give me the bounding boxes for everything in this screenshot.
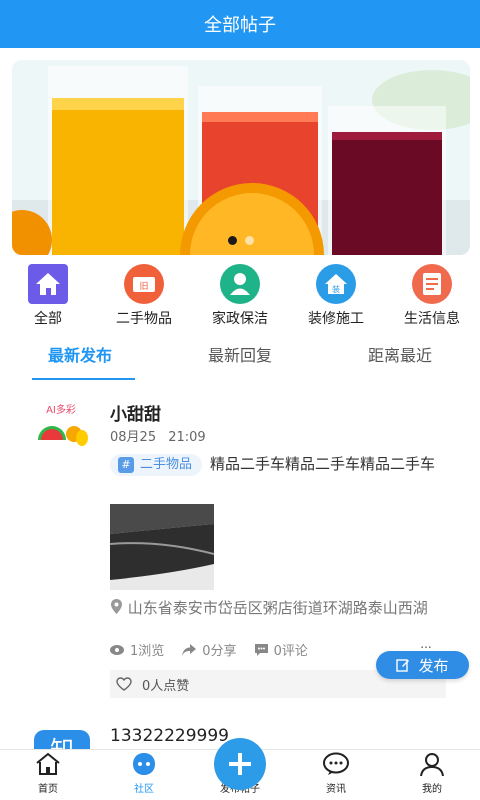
- post-stats: 1浏览 0分享 0评论: [110, 640, 308, 659]
- nav-label: 资讯: [326, 784, 346, 795]
- post-username[interactable]: 13322229999: [110, 726, 229, 746]
- life-info-document-icon: [410, 262, 454, 306]
- tab-latest-posts[interactable]: 最新发布: [0, 334, 160, 380]
- floating-publish-button[interactable]: 发布: [376, 651, 469, 679]
- share-count: 0分享: [202, 644, 237, 659]
- floating-publish-label: 发布: [418, 656, 449, 675]
- post-image[interactable]: [110, 504, 214, 590]
- nav-community[interactable]: 社区: [96, 750, 192, 800]
- category-bar: 全部 旧 二手物品 家政保洁 装 装修施工 生活信息: [0, 262, 480, 327]
- secondhand-ticket-icon: 旧: [122, 262, 166, 306]
- user-icon: [418, 750, 446, 778]
- app-header: 全部帖子: [0, 0, 480, 48]
- svg-text:旧: 旧: [139, 281, 148, 292]
- category-tag-label: 二手物品: [140, 456, 193, 472]
- category-label: 全部: [34, 311, 62, 327]
- comment-count: 0评论: [273, 644, 308, 659]
- carousel-dot[interactable]: [245, 236, 254, 245]
- avatar[interactable]: AI多彩: [30, 400, 92, 448]
- nav-home[interactable]: 首页: [0, 750, 96, 800]
- category-all[interactable]: 全部: [0, 262, 96, 327]
- svg-text:装: 装: [332, 284, 340, 294]
- post-content[interactable]: # 二手物品 精品二手车精品二手车精品二手车: [110, 452, 450, 476]
- nav-publish[interactable]: 发布帖子: [192, 738, 288, 800]
- category-tag[interactable]: # 二手物品: [110, 453, 203, 476]
- category-label: 二手物品: [116, 311, 172, 327]
- banner-carousel[interactable]: [12, 60, 470, 255]
- post-location: 山东省泰安市岱岳区粥店街道环湖路泰山西湖: [110, 598, 450, 618]
- banner-image: [12, 60, 470, 255]
- eye-icon: [110, 644, 124, 655]
- category-secondhand[interactable]: 旧 二手物品: [96, 262, 192, 327]
- bottom-navigation: 首页 社区 发布帖子: [0, 738, 480, 800]
- page-title: 全部帖子: [204, 15, 276, 36]
- nav-label: 社区: [134, 784, 154, 795]
- comment-button[interactable]: 0评论: [254, 640, 308, 659]
- housekeeping-person-icon: [218, 262, 262, 306]
- location-pin-icon: [111, 599, 122, 614]
- tab-nearest[interactable]: 距离最近: [320, 334, 480, 380]
- likes-count: 0人点赞: [142, 678, 190, 694]
- views-count: 1浏览: [130, 644, 165, 659]
- chat-bubble-icon: [322, 750, 350, 778]
- share-button[interactable]: 0分享: [182, 640, 237, 659]
- views-stat: 1浏览: [110, 640, 164, 659]
- location-text: 山东省泰安市岱岳区粥店街道环湖路泰山西湖: [127, 599, 428, 617]
- hash-icon: #: [118, 456, 134, 473]
- category-label: 家政保洁: [212, 311, 268, 327]
- svg-text:AI多彩: AI多彩: [46, 403, 76, 416]
- category-life-info[interactable]: 生活信息: [384, 262, 480, 327]
- category-housekeeping[interactable]: 家政保洁: [192, 262, 288, 327]
- carousel-dots: [12, 236, 470, 245]
- feed-tabs: 最新发布 最新回复 距离最近: [0, 334, 480, 380]
- plus-icon[interactable]: [214, 738, 266, 790]
- tab-latest-replies[interactable]: 最新回复: [160, 334, 320, 380]
- share-arrow-icon: [182, 643, 197, 656]
- community-icon: [130, 750, 158, 778]
- edit-icon: [396, 659, 410, 672]
- comment-icon: [254, 643, 268, 656]
- category-label: 生活信息: [404, 311, 460, 327]
- category-label: 装修施工: [308, 311, 364, 327]
- nav-label: 我的: [422, 784, 442, 795]
- home-icon: [26, 262, 70, 306]
- nav-label: 首页: [38, 784, 58, 795]
- nav-profile[interactable]: 我的: [384, 750, 480, 800]
- post-timestamp: 08月25 21:09: [110, 430, 206, 445]
- carousel-dot-active[interactable]: [228, 236, 237, 245]
- renovation-house-icon: 装: [314, 262, 358, 306]
- post-text: 精品二手车精品二手车精品二手车: [210, 455, 436, 473]
- nav-news[interactable]: 资讯: [288, 750, 384, 800]
- home-outline-icon: [34, 750, 62, 778]
- post-username[interactable]: 小甜甜: [110, 400, 161, 425]
- category-renovation[interactable]: 装 装修施工: [288, 262, 384, 327]
- heart-icon[interactable]: [116, 677, 132, 691]
